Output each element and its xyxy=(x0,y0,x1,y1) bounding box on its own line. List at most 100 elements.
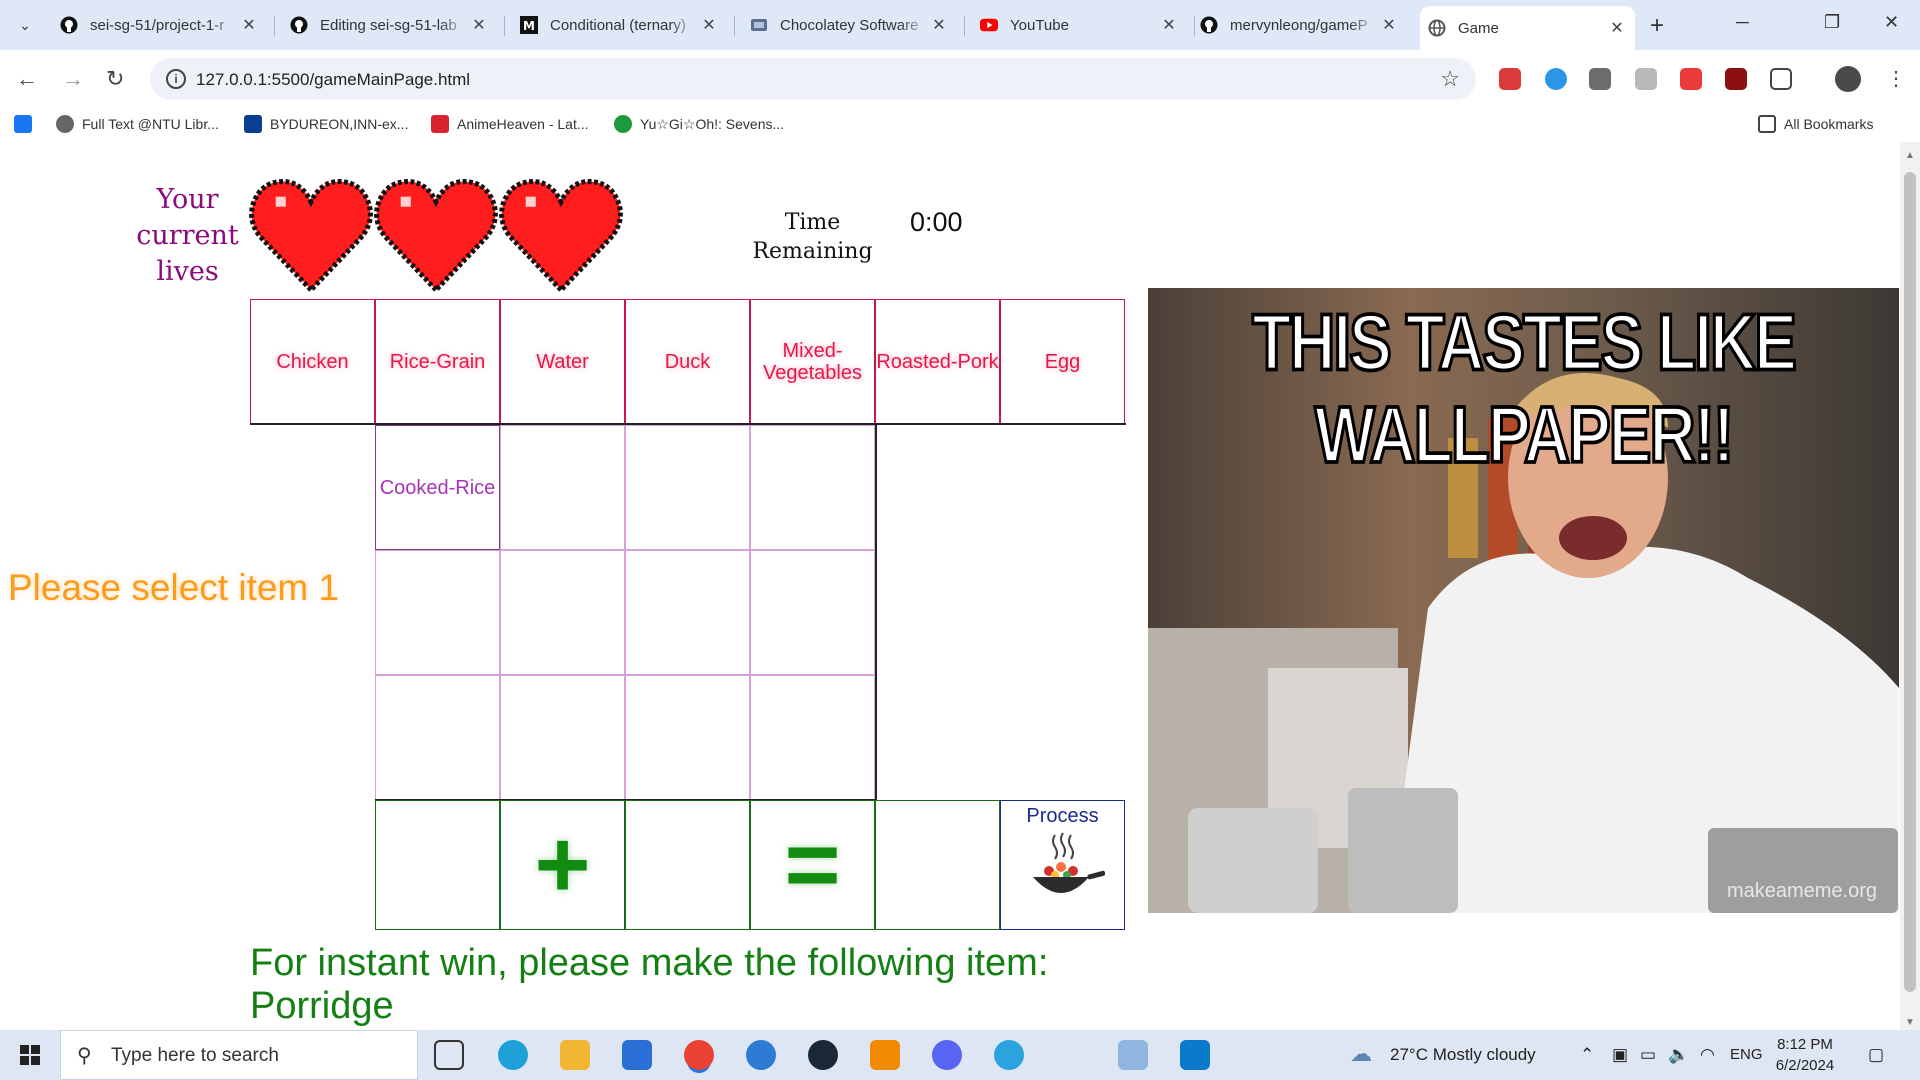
scrollbar-thumb[interactable] xyxy=(1904,172,1916,992)
tab-editing-lab[interactable]: Editing sei-sg-51-lab ✕ xyxy=(282,8,497,42)
notifications-icon[interactable]: ▢ xyxy=(1868,1045,1884,1065)
globe-icon xyxy=(56,115,74,133)
meet-icon[interactable]: ▣ xyxy=(1612,1045,1628,1065)
ublock-icon[interactable] xyxy=(1725,68,1747,90)
telegram-icon[interactable] xyxy=(994,1040,1024,1070)
ingredient-rice-grain[interactable]: Rice-Grain xyxy=(375,299,500,424)
heart-icon xyxy=(249,179,373,294)
tab-search-dropdown[interactable]: ⌄ xyxy=(10,10,40,40)
tab-conditional-ternary[interactable]: M Conditional (ternary) ✕ xyxy=(512,8,727,42)
back-arrow-icon[interactable]: ← xyxy=(16,66,38,92)
site-info-icon[interactable]: i xyxy=(166,69,186,89)
browser-menu-icon[interactable]: ⋮ xyxy=(1886,66,1906,91)
wifi-icon[interactable]: ◠ xyxy=(1700,1045,1715,1065)
made-item-slot[interactable] xyxy=(625,550,750,675)
file-explorer-icon[interactable] xyxy=(560,1040,590,1070)
new-tab-button[interactable]: + xyxy=(1650,12,1664,40)
close-icon[interactable]: ✕ xyxy=(239,15,259,35)
scroll-down-arrow-icon[interactable]: ▼ xyxy=(1905,1017,1915,1028)
workbench-slot-2[interactable] xyxy=(625,800,750,930)
vlc-icon[interactable] xyxy=(870,1040,900,1070)
workbench-result-slot xyxy=(875,800,1000,930)
restore-button[interactable]: ❐ xyxy=(1824,12,1840,33)
made-item-slot[interactable] xyxy=(375,675,500,800)
process-button[interactable]: Process xyxy=(1000,800,1125,930)
cloud-extension-icon[interactable] xyxy=(1545,68,1567,90)
extension-icon[interactable] xyxy=(1589,68,1611,90)
bookmark-facebook[interactable] xyxy=(14,115,32,133)
close-icon[interactable]: ✕ xyxy=(699,15,719,35)
close-icon[interactable]: ✕ xyxy=(929,15,949,35)
made-item-slot[interactable] xyxy=(750,550,875,675)
volume-icon[interactable]: 🔈 xyxy=(1668,1045,1689,1065)
vscode-icon[interactable] xyxy=(1180,1040,1210,1070)
close-icon[interactable]: ✕ xyxy=(1607,18,1627,38)
page-scrollbar[interactable]: ▲ ▼ xyxy=(1900,142,1920,1030)
tab-chocolatey[interactable]: Chocolatey Software ✕ xyxy=(742,8,957,42)
taskbar-search[interactable]: ⚲ Type here to search xyxy=(60,1030,418,1080)
made-item-slot[interactable] xyxy=(500,550,625,675)
all-bookmarks[interactable]: All Bookmarks xyxy=(1758,115,1873,133)
tab-youtube[interactable]: YouTube ✕ xyxy=(972,8,1187,42)
app-window-icon[interactable] xyxy=(1118,1040,1148,1070)
windows-taskbar: ⚲ Type here to search ☁ 27°C Mostly clou… xyxy=(0,1030,1920,1080)
made-item-slot[interactable] xyxy=(750,425,875,550)
tab-mervynleong-game[interactable]: mervynleong/gameP ✕ xyxy=(1192,8,1407,42)
made-item-slot[interactable] xyxy=(750,675,875,800)
extension-icon[interactable] xyxy=(1635,68,1657,90)
discord-icon[interactable] xyxy=(932,1040,962,1070)
extensions-puzzle-icon[interactable] xyxy=(1770,68,1792,90)
forward-arrow-icon[interactable]: → xyxy=(62,66,84,92)
ingredient-mixed-vegetables[interactable]: Mixed-Vegetables xyxy=(750,299,875,424)
workbench-slot-1[interactable] xyxy=(375,800,500,930)
close-icon[interactable]: ✕ xyxy=(1379,15,1399,35)
tray-chevron-icon[interactable]: ⌃ xyxy=(1580,1045,1594,1065)
edge-icon[interactable] xyxy=(498,1040,528,1070)
ingredient-water[interactable]: Water xyxy=(500,299,625,424)
ingredient-duck[interactable]: Duck xyxy=(625,299,750,424)
tab-project-1[interactable]: sei-sg-51/project-1-r ✕ xyxy=(52,8,267,42)
close-window-button[interactable]: ✕ xyxy=(1884,12,1899,33)
battery-icon[interactable]: ▭ xyxy=(1640,1045,1656,1065)
meme-caption: THIS TASTES LIKE WALLPAPER!! xyxy=(1251,295,1799,481)
steam-icon[interactable] xyxy=(808,1040,838,1070)
app-icon[interactable] xyxy=(746,1040,776,1070)
animeheaven-icon xyxy=(431,115,449,133)
made-item-slot[interactable] xyxy=(500,425,625,550)
microsoft-store-icon[interactable] xyxy=(622,1040,652,1070)
scroll-up-arrow-icon[interactable]: ▲ xyxy=(1905,150,1915,161)
ingredient-roasted-pork[interactable]: Roasted-Pork xyxy=(875,299,1000,424)
bookmark-star-icon[interactable]: ☆ xyxy=(1440,66,1460,92)
tab-game[interactable]: Game ✕ xyxy=(1420,6,1635,50)
address-bar[interactable]: i 127.0.0.1:5500/gameMainPage.html ☆ xyxy=(150,58,1476,100)
made-item-slot[interactable] xyxy=(500,675,625,800)
reload-icon[interactable]: ↻ xyxy=(106,66,124,92)
profile-avatar[interactable] xyxy=(1835,66,1861,92)
heart-icon xyxy=(374,179,498,294)
close-icon[interactable]: ✕ xyxy=(1159,15,1179,35)
minimize-button[interactable]: ─ xyxy=(1736,12,1749,33)
bookmark-animeheaven[interactable]: AnimeHeaven - Lat... xyxy=(431,115,589,133)
url-text[interactable]: 127.0.0.1:5500/gameMainPage.html xyxy=(196,70,470,90)
language-indicator[interactable]: ENG xyxy=(1730,1046,1763,1063)
ingredient-egg[interactable]: Egg xyxy=(1000,299,1125,424)
extension-icon[interactable] xyxy=(1680,68,1702,90)
close-icon[interactable]: ✕ xyxy=(469,15,489,35)
weather-cloud-icon[interactable]: ☁ xyxy=(1350,1041,1372,1067)
extension-icon[interactable] xyxy=(1499,68,1521,90)
windows-start-icon[interactable] xyxy=(20,1045,40,1065)
chrome-icon[interactable] xyxy=(684,1040,714,1070)
taskbar-clock[interactable]: 8:12 PM 6/2/2024 xyxy=(1765,1034,1845,1076)
bookmark-bydureon[interactable]: BYDUREON,INN-ex... xyxy=(244,115,408,133)
made-item-slot[interactable] xyxy=(625,675,750,800)
browser-toolbar: ← → ↻ i 127.0.0.1:5500/gameMainPage.html… xyxy=(0,50,1920,108)
bookmark-yugioh[interactable]: Yu☆Gi☆Oh!: Sevens... xyxy=(614,115,784,133)
bookmark-ntu-library[interactable]: Full Text @NTU Libr... xyxy=(56,115,219,133)
made-item-slot[interactable] xyxy=(375,550,500,675)
weather-text[interactable]: 27°C Mostly cloudy xyxy=(1390,1045,1536,1065)
heart-icon xyxy=(499,179,623,294)
task-view-icon[interactable] xyxy=(434,1040,464,1070)
made-item-slot[interactable] xyxy=(625,425,750,550)
made-item-cooked-rice[interactable]: Cooked-Rice xyxy=(375,425,500,550)
ingredient-chicken[interactable]: Chicken xyxy=(250,299,375,424)
